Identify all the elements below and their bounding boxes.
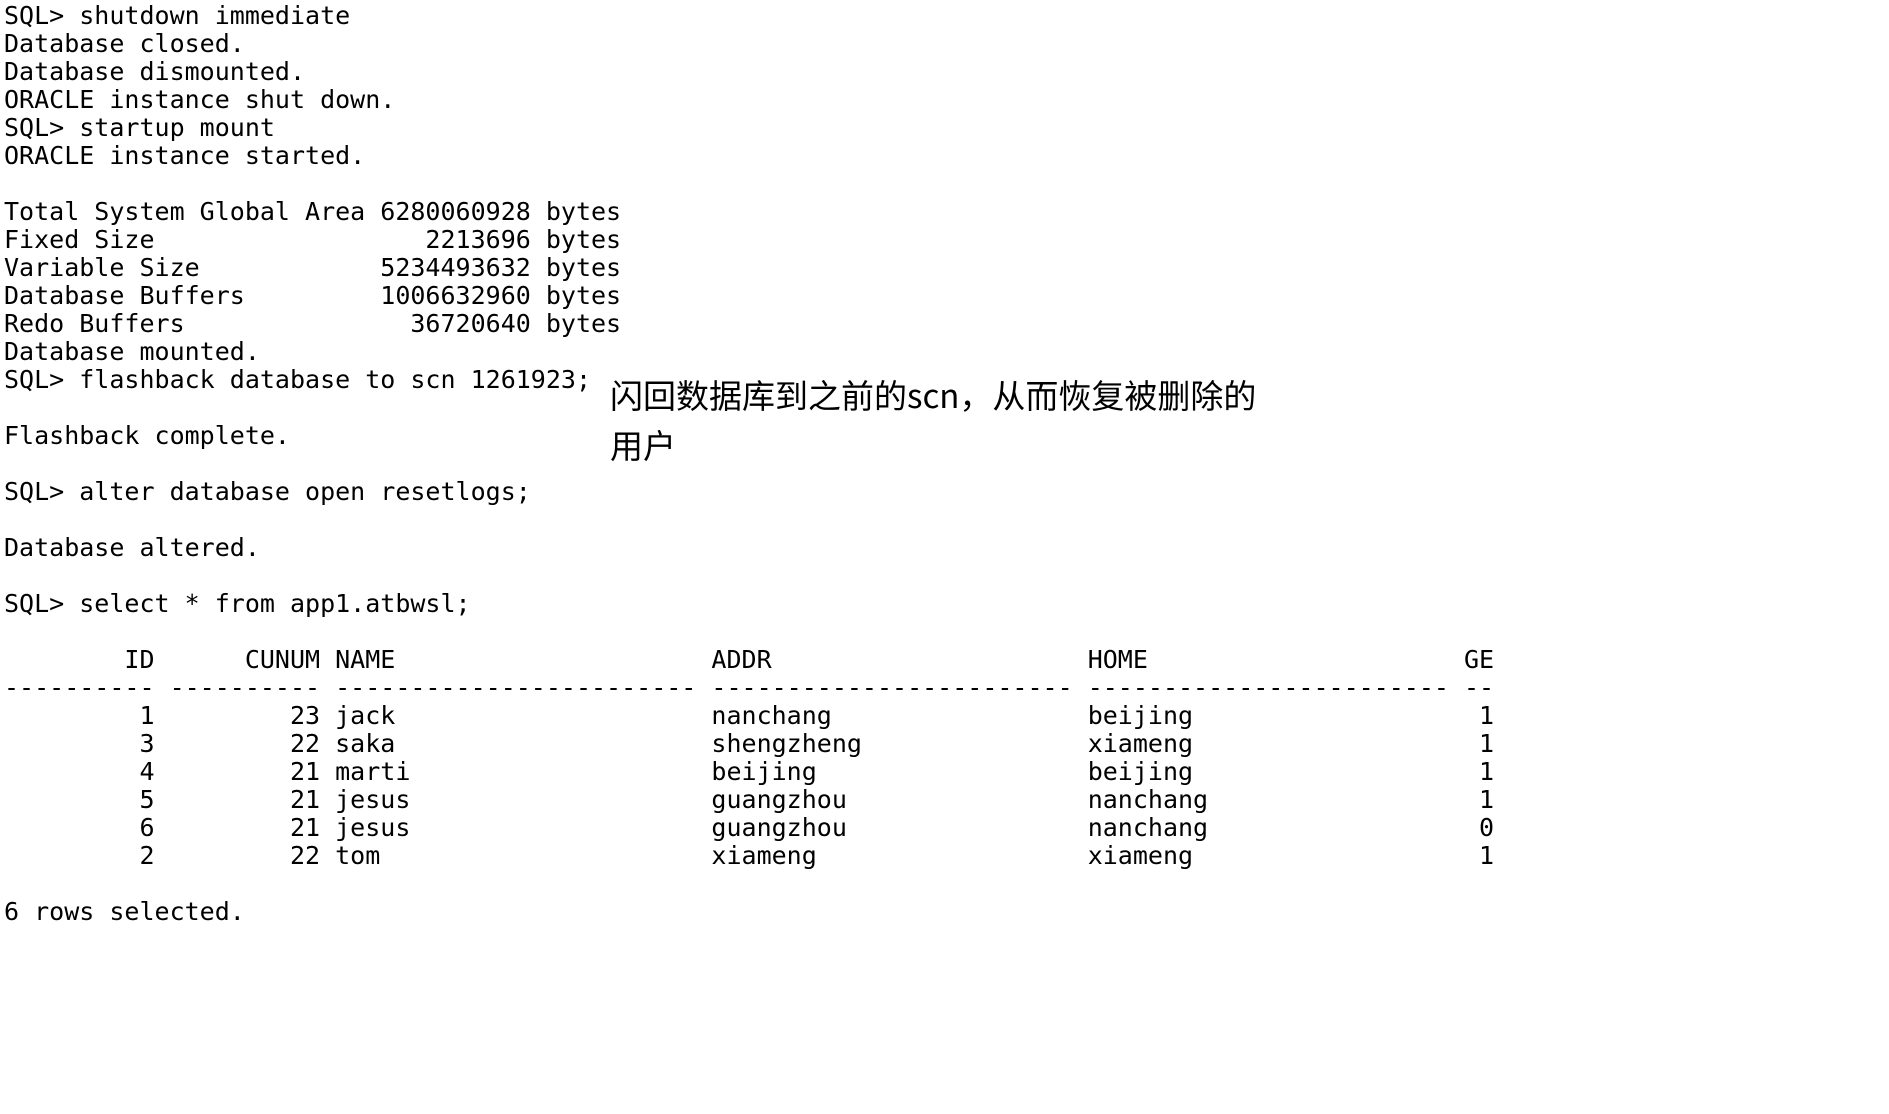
annotation-line-2: 用户 <box>610 420 1256 470</box>
annotation-note: 闪回数据库到之前的scn，从而恢复被删除的 用户 <box>610 370 1256 469</box>
annotation-line-1: 闪回数据库到之前的scn，从而恢复被删除的 <box>610 370 1256 420</box>
